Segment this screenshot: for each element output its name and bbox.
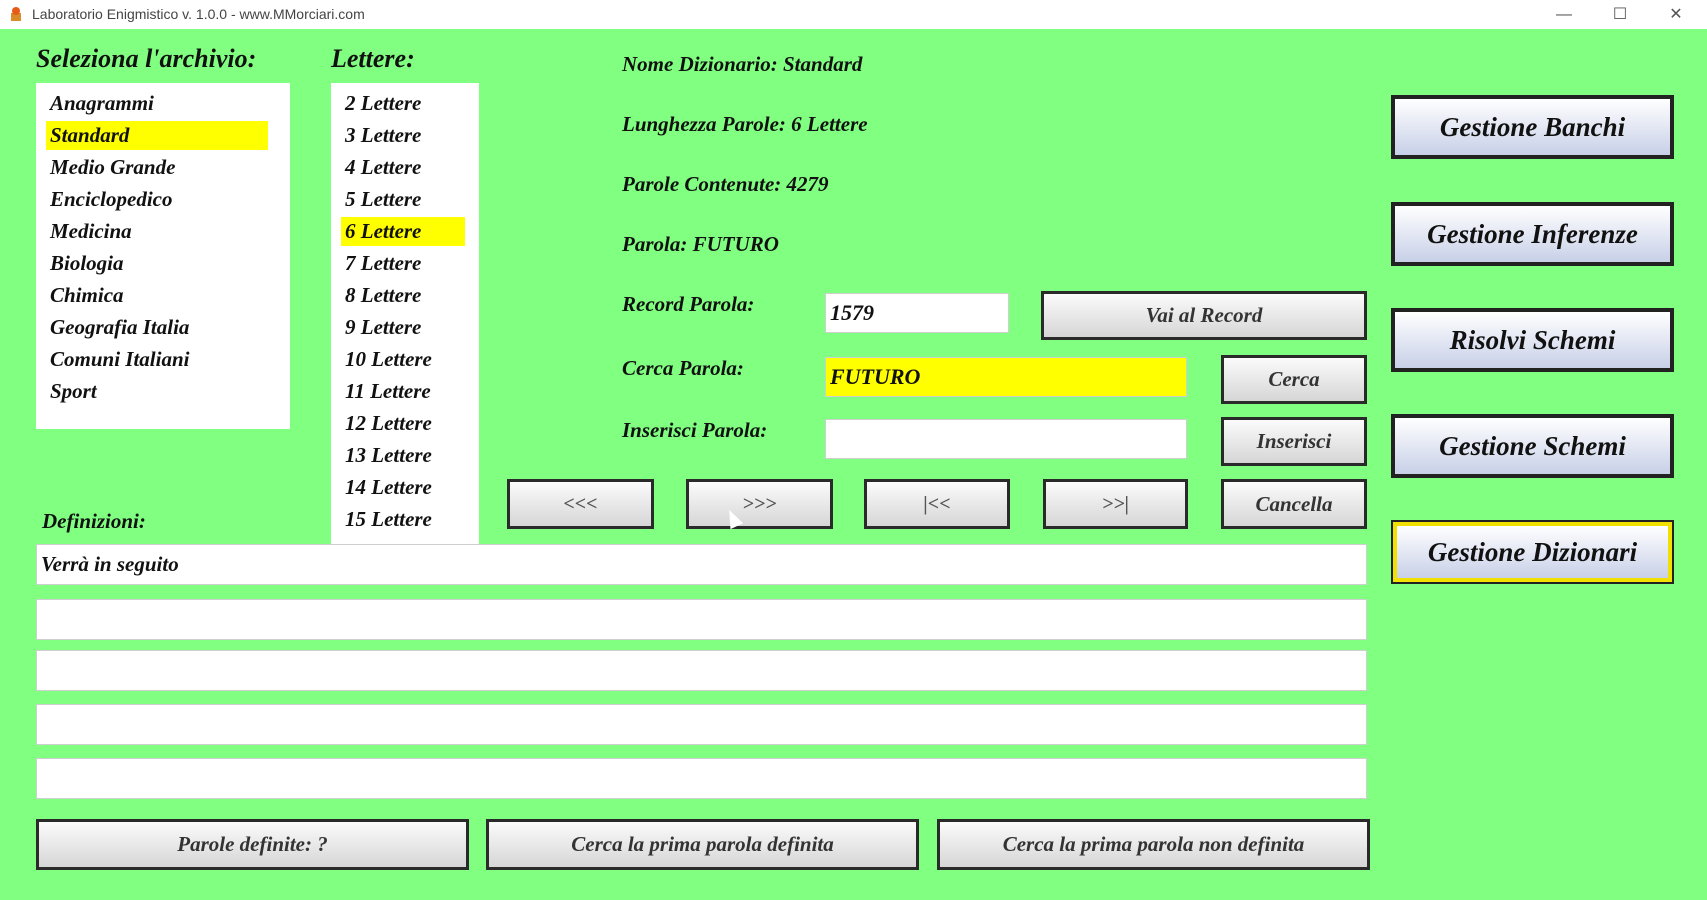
last-record-button[interactable]: >>| [1043, 479, 1188, 529]
main-window: Seleziona l'archivio: Anagrammi Standard M… [0, 29, 1707, 900]
minimize-button[interactable]: — [1536, 0, 1592, 29]
cerca-prima-non-definita-button[interactable]: Cerca la prima parola non definita [937, 819, 1370, 870]
lettere-item-5[interactable]: 7 Lettere [341, 249, 465, 278]
gestione-dizionari-button[interactable]: Gestione Dizionari [1391, 520, 1674, 584]
archivio-item-1[interactable]: Standard [46, 121, 268, 150]
parole-contenute-text: Parole Contenute: 4279 [622, 172, 829, 196]
lettere-item-0[interactable]: 2 Lettere [341, 89, 465, 118]
parola-text: Parola: FUTURO [622, 232, 779, 256]
lettere-item-13[interactable]: 15 Lettere [341, 505, 465, 534]
vai-al-record-button[interactable]: Vai al Record [1041, 291, 1367, 340]
risolvi-schemi-button[interactable]: Risolvi Schemi [1391, 308, 1674, 372]
lettere-item-10[interactable]: 12 Lettere [341, 409, 465, 438]
lettere-item-12[interactable]: 14 Lettere [341, 473, 465, 502]
archivio-listbox[interactable]: Anagrammi Standard Medio Grande Enciclopedi… [36, 83, 290, 429]
lettere-item-9[interactable]: 11 Lettere [341, 377, 465, 406]
archivio-item-3[interactable]: Enciclopedico [46, 185, 268, 214]
definizione-field-4[interactable] [36, 704, 1367, 745]
inserisci-button[interactable]: Inserisci [1221, 417, 1367, 466]
maximize-button[interactable]: ☐ [1592, 0, 1648, 29]
lettere-item-2[interactable]: 4 Lettere [341, 153, 465, 182]
cerca-button[interactable]: Cerca [1221, 355, 1367, 404]
gestione-inferenze-button[interactable]: Gestione Inferenze [1391, 202, 1674, 266]
nome-dizionario-text: Nome Dizionario: Standard [622, 52, 863, 76]
cerca-parola-label: Cerca Parola: [622, 356, 744, 380]
archivio-item-2[interactable]: Medio Grande [46, 153, 268, 182]
lettere-item-1[interactable]: 3 Lettere [341, 121, 465, 150]
archivio-item-7[interactable]: Geografia Italia [46, 313, 268, 342]
parole-definite-button[interactable]: Parole definite: ? [36, 819, 469, 870]
window-title: Laboratorio Enigmistico v. 1.0.0 - www.M… [32, 6, 365, 22]
lettere-item-11[interactable]: 13 Lettere [341, 441, 465, 470]
archivio-item-6[interactable]: Chimica [46, 281, 268, 310]
lettere-item-8[interactable]: 10 Lettere [341, 345, 465, 374]
record-parola-label: Record Parola: [622, 292, 755, 316]
lettere-listbox[interactable]: 2 Lettere 3 Lettere 4 Lettere 5 Lettere 6 Le… [331, 83, 479, 560]
previous-record-button[interactable]: <<< [507, 479, 654, 529]
archivio-item-8[interactable]: Comuni Italiani [46, 345, 268, 374]
definizioni-label: Definizioni: [42, 509, 146, 533]
gestione-banchi-button[interactable]: Gestione Banchi [1391, 95, 1674, 159]
definizione-field-1[interactable] [36, 544, 1367, 585]
archivio-item-0[interactable]: Anagrammi [46, 89, 268, 118]
lettere-item-6[interactable]: 8 Lettere [341, 281, 465, 310]
archivio-label: Seleziona l'archivio: [36, 44, 257, 73]
gestione-schemi-button[interactable]: Gestione Schemi [1391, 414, 1674, 478]
lettere-item-7[interactable]: 9 Lettere [341, 313, 465, 342]
definizione-field-2[interactable] [36, 599, 1367, 640]
cerca-parola-input[interactable] [825, 357, 1187, 397]
archivio-item-5[interactable]: Biologia [46, 249, 268, 278]
inserisci-parola-label: Inserisci Parola: [622, 418, 768, 442]
inserisci-parola-input[interactable] [825, 419, 1187, 459]
close-button[interactable]: ✕ [1648, 0, 1704, 29]
archivio-item-9[interactable]: Sport [46, 377, 268, 406]
first-record-button[interactable]: |<< [864, 479, 1010, 529]
record-parola-input[interactable] [825, 293, 1009, 333]
definizione-field-3[interactable] [36, 650, 1367, 691]
lettere-item-3[interactable]: 5 Lettere [341, 185, 465, 214]
cerca-prima-definita-button[interactable]: Cerca la prima parola definita [486, 819, 919, 870]
lettere-label: Lettere: [331, 44, 415, 73]
definizione-field-5[interactable] [36, 758, 1367, 799]
lettere-item-4[interactable]: 6 Lettere [341, 217, 465, 246]
app-icon [11, 7, 21, 21]
title-bar: Laboratorio Enigmistico v. 1.0.0 - www.M… [0, 0, 1707, 29]
archivio-item-4[interactable]: Medicina [46, 217, 268, 246]
lunghezza-parole-text: Lunghezza Parole: 6 Lettere [622, 112, 868, 136]
next-record-button[interactable]: >>> [686, 479, 833, 529]
cancella-button[interactable]: Cancella [1221, 479, 1367, 529]
